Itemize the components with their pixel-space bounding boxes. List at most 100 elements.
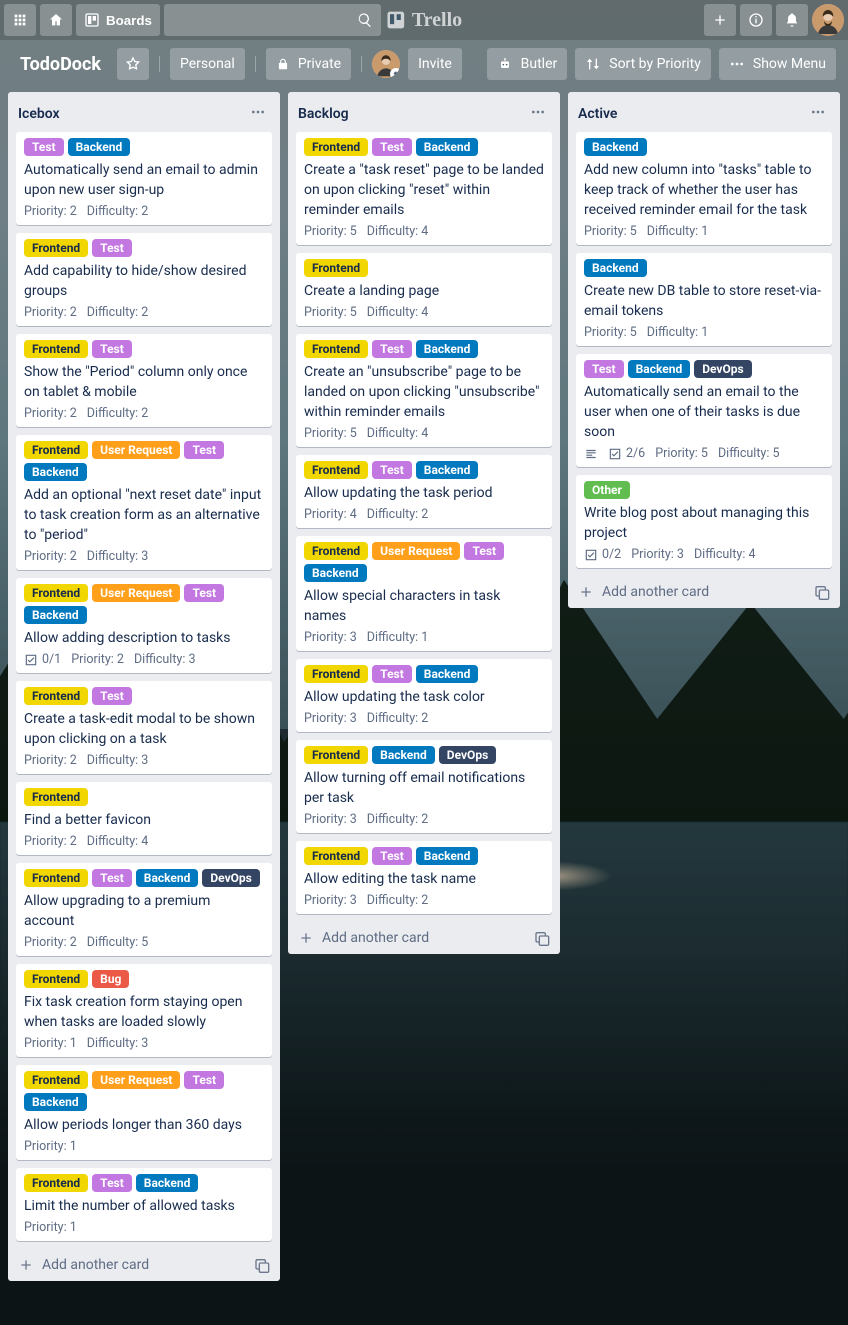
label-frontend[interactable]: Frontend — [24, 687, 88, 705]
label-test[interactable]: Test — [92, 1174, 132, 1192]
label-backend[interactable]: Backend — [24, 1093, 87, 1111]
card[interactable]: BackendAdd new column into "tasks" table… — [576, 132, 832, 245]
add-card-button[interactable]: Add another card — [8, 1249, 280, 1281]
label-frontend[interactable]: Frontend — [24, 1174, 88, 1192]
card[interactable]: FrontendFind a better faviconPriority: 2… — [16, 782, 272, 855]
boards-button[interactable]: Boards — [76, 4, 160, 36]
label-backend[interactable]: Backend — [136, 869, 199, 887]
card-template-icon[interactable] — [534, 930, 550, 946]
label-frontend[interactable]: Frontend — [24, 788, 88, 806]
label-frontend[interactable]: Frontend — [304, 542, 368, 560]
card[interactable]: FrontendTestBackendAllow editing the tas… — [296, 841, 552, 914]
card-template-icon[interactable] — [814, 584, 830, 600]
label-frontend[interactable]: Frontend — [24, 1071, 88, 1089]
label-test[interactable]: Test — [584, 360, 624, 378]
sort-button[interactable]: Sort by Priority — [575, 48, 711, 80]
label-test[interactable]: Test — [464, 542, 504, 560]
create-button[interactable] — [704, 4, 736, 36]
label-backend[interactable]: Backend — [628, 360, 691, 378]
label-backend[interactable]: Backend — [416, 461, 479, 479]
label-test[interactable]: Test — [184, 1071, 224, 1089]
trello-logo[interactable]: Trello — [386, 9, 462, 32]
card[interactable]: FrontendTestBackendLimit the number of a… — [16, 1168, 272, 1241]
search-box[interactable] — [164, 4, 381, 36]
label-frontend[interactable]: Frontend — [304, 340, 368, 358]
apps-button[interactable] — [4, 4, 36, 36]
card[interactable]: TestBackendAutomatically send an email t… — [16, 132, 272, 225]
personal-chip[interactable]: Personal — [170, 48, 245, 80]
card[interactable]: FrontendTestCreate a task-edit modal to … — [16, 681, 272, 774]
list-menu-button[interactable] — [246, 100, 270, 128]
label-backend[interactable]: Backend — [372, 746, 435, 764]
label-userrequest[interactable]: User Request — [92, 441, 180, 459]
label-backend[interactable]: Backend — [416, 847, 479, 865]
label-backend[interactable]: Backend — [584, 259, 647, 277]
card[interactable]: FrontendTestAdd capability to hide/show … — [16, 233, 272, 326]
list-title[interactable]: Active — [578, 106, 617, 122]
label-userrequest[interactable]: User Request — [92, 584, 180, 602]
label-frontend[interactable]: Frontend — [24, 340, 88, 358]
card[interactable]: FrontendCreate a landing pagePriority: 5… — [296, 253, 552, 326]
list-menu-button[interactable] — [526, 100, 550, 128]
label-test[interactable]: Test — [184, 441, 224, 459]
label-backend[interactable]: Backend — [416, 138, 479, 156]
card[interactable]: FrontendTestShow the "Period" column onl… — [16, 334, 272, 427]
card[interactable]: FrontendTestBackendDevOpsAllow upgrading… — [16, 863, 272, 956]
card[interactable]: FrontendBackendDevOpsAllow turning off e… — [296, 740, 552, 833]
card[interactable]: TestBackendDevOpsAutomatically send an e… — [576, 354, 832, 467]
label-backend[interactable]: Backend — [584, 138, 647, 156]
label-frontend[interactable]: Frontend — [24, 970, 88, 988]
home-button[interactable] — [40, 4, 72, 36]
label-test[interactable]: Test — [92, 687, 132, 705]
card[interactable]: FrontendTestBackendCreate a "task reset"… — [296, 132, 552, 245]
label-frontend[interactable]: Frontend — [304, 259, 368, 277]
list-title[interactable]: Icebox — [18, 106, 60, 122]
invite-button[interactable]: Invite — [408, 48, 462, 80]
label-test[interactable]: Test — [92, 340, 132, 358]
private-chip[interactable]: Private — [266, 48, 351, 80]
card[interactable]: FrontendTestBackendAllow updating the ta… — [296, 659, 552, 732]
label-frontend[interactable]: Frontend — [304, 665, 368, 683]
notifications-button[interactable] — [776, 4, 808, 36]
label-devops[interactable]: DevOps — [202, 869, 259, 887]
label-frontend[interactable]: Frontend — [304, 461, 368, 479]
user-avatar[interactable] — [812, 4, 844, 36]
card[interactable]: FrontendUser RequestTestBackendAllow spe… — [296, 536, 552, 651]
label-backend[interactable]: Backend — [416, 665, 479, 683]
label-frontend[interactable]: Frontend — [24, 584, 88, 602]
label-test[interactable]: Test — [372, 665, 412, 683]
label-test[interactable]: Test — [24, 138, 64, 156]
label-test[interactable]: Test — [372, 340, 412, 358]
label-devops[interactable]: DevOps — [439, 746, 496, 764]
card[interactable]: FrontendUser RequestTestBackendAllow add… — [16, 578, 272, 673]
label-userrequest[interactable]: User Request — [92, 1071, 180, 1089]
label-frontend[interactable]: Frontend — [304, 138, 368, 156]
card[interactable]: BackendCreate new DB table to store rese… — [576, 253, 832, 346]
label-backend[interactable]: Backend — [416, 340, 479, 358]
card[interactable]: OtherWrite blog post about managing this… — [576, 475, 832, 568]
card[interactable]: FrontendUser RequestTestBackendAllow per… — [16, 1065, 272, 1160]
label-test[interactable]: Test — [184, 584, 224, 602]
board-name[interactable]: TodoDock — [12, 54, 109, 75]
label-test[interactable]: Test — [372, 847, 412, 865]
label-backend[interactable]: Backend — [304, 564, 367, 582]
search-input[interactable] — [172, 11, 357, 29]
card-template-icon[interactable] — [254, 1257, 270, 1273]
label-test[interactable]: Test — [92, 869, 132, 887]
label-test[interactable]: Test — [372, 138, 412, 156]
star-button[interactable] — [117, 48, 149, 80]
label-frontend[interactable]: Frontend — [24, 441, 88, 459]
label-test[interactable]: Test — [372, 461, 412, 479]
label-backend[interactable]: Backend — [68, 138, 131, 156]
list-menu-button[interactable] — [806, 100, 830, 128]
card[interactable]: FrontendBugFix task creation form stayin… — [16, 964, 272, 1057]
label-frontend[interactable]: Frontend — [24, 869, 88, 887]
label-frontend[interactable]: Frontend — [304, 746, 368, 764]
label-backend[interactable]: Backend — [24, 463, 87, 481]
label-bug[interactable]: Bug — [92, 970, 129, 988]
card[interactable]: FrontendTestBackendCreate an "unsubscrib… — [296, 334, 552, 447]
list-title[interactable]: Backlog — [298, 106, 349, 122]
show-menu-button[interactable]: Show Menu — [719, 48, 836, 80]
label-frontend[interactable]: Frontend — [304, 847, 368, 865]
card[interactable]: FrontendUser RequestTestBackendAdd an op… — [16, 435, 272, 570]
